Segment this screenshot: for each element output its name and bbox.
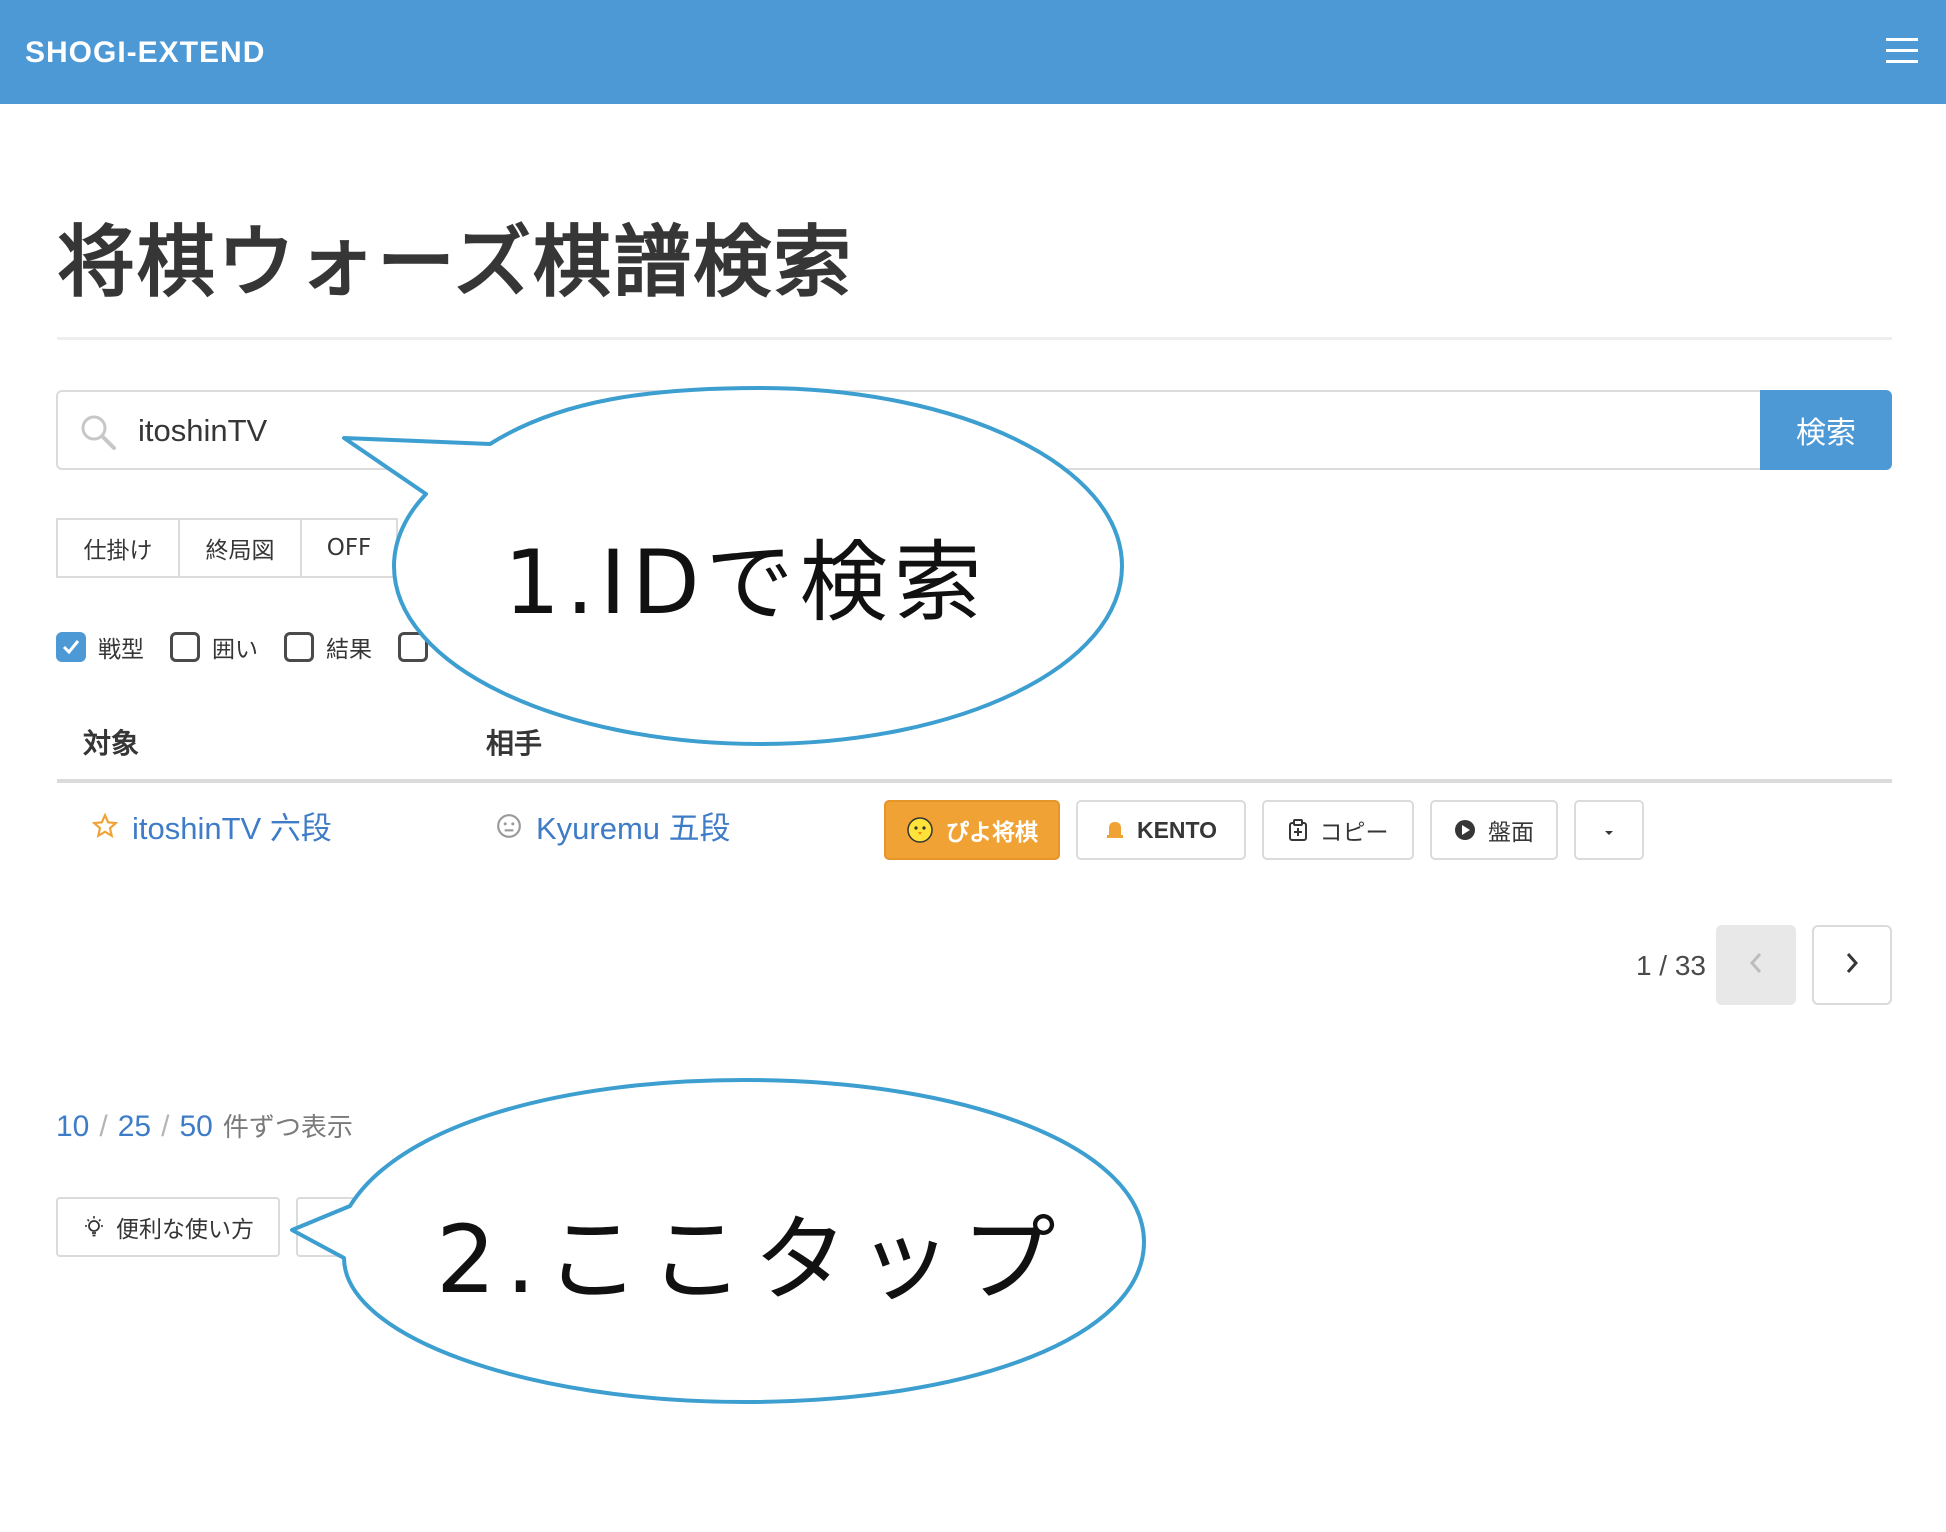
column-header-target[interactable]: 対象 [83,722,139,762]
checkbox[interactable] [170,632,200,662]
per-page-selector: 10 / 25 / 50 件ずつ表示 [56,1107,353,1144]
chevron-left-icon [1746,950,1766,980]
copy-button[interactable]: コピー [1262,800,1414,860]
target-player-link[interactable]: itoshinTV 六段 [92,803,332,848]
callout-bubble-2 [290,1078,1146,1404]
pagination-info: 1 / 33 [1635,950,1706,981]
previous-page-button[interactable] [1716,925,1796,1005]
search-input[interactable] [138,404,738,458]
next-page-button[interactable] [1812,925,1892,1005]
column-toggle-label: 囲い [212,637,258,663]
copy-label: コピー [1319,820,1389,846]
star-icon [92,812,118,839]
clipboard-icon [1288,819,1308,841]
checkbox[interactable] [284,632,314,662]
checkbox[interactable] [398,632,428,662]
chevron-right-icon [1842,950,1862,980]
display-mode-group: 仕掛け 終局図 OFF [56,518,398,578]
board-button[interactable]: 盤面 [1430,800,1558,860]
callout-text-2: 2.ここタップ [436,1206,1066,1315]
search-button[interactable]: 検索 [1760,390,1892,470]
brand-logo[interactable]: SHOGI-EXTEND [25,36,265,70]
tips-label: 便利な使い方 [116,1217,254,1243]
per-page-25[interactable]: 25 [118,1110,151,1144]
search-field[interactable] [56,390,1762,470]
page-title: 将棋ウォーズ棋譜検索 [57,217,854,308]
piyo-shogi-button[interactable]: ぴよ将棋 [884,800,1060,860]
chick-icon [906,816,934,844]
column-toggle-kakoi[interactable]: 囲い [170,630,258,664]
tips-button[interactable]: 便利な使い方 [56,1197,280,1257]
separator: / [99,1110,108,1143]
kento-label: KENTO [1136,816,1218,843]
column-header-opponent[interactable]: 相手 [486,722,542,762]
column-toggle-group: 戦型 囲い 結果 [56,630,466,664]
column-toggle-label: 戦型 [98,637,144,663]
more-dropdown-button[interactable] [1574,800,1644,860]
mode-off-button[interactable]: OFF [300,518,398,578]
kento-button[interactable]: KENTO [1076,800,1246,860]
play-circle-icon [1454,819,1476,841]
lightbulb-icon [82,1215,106,1239]
table-header-divider [57,779,1892,783]
column-toggle-label: 結果 [326,637,372,663]
mode-shikake-button[interactable]: 仕掛け [56,518,180,578]
target-player-name[interactable]: itoshinTV 六段 [132,803,332,848]
neutral-face-icon [496,813,522,839]
opponent-player-name[interactable]: Kyuremu 五段 [536,803,731,848]
per-page-10[interactable]: 10 [56,1110,89,1144]
partially-hidden-button[interactable] [296,1197,376,1257]
callout-text-1: 1.IDで検索 [504,531,988,634]
bell-icon [1105,819,1125,841]
column-toggle-senkei[interactable]: 戦型 [56,630,144,664]
column-toggle-result[interactable]: 結果 [284,630,372,664]
board-label: 盤面 [1488,820,1534,846]
checkbox-checked[interactable] [56,632,86,662]
navbar: SHOGI-EXTEND [0,0,1946,104]
caret-down-icon [1603,817,1615,843]
mode-final-position-button[interactable]: 終局図 [178,518,302,578]
piyo-shogi-label: ぴよ将棋 [946,820,1038,846]
opponent-player-link[interactable]: Kyuremu 五段 [496,803,731,848]
hamburger-icon[interactable] [1886,36,1918,64]
separator: / [161,1110,170,1143]
title-divider [57,337,1892,340]
search-icon [78,412,118,452]
per-page-suffix: 件ずつ表示 [222,1112,353,1142]
column-toggle-more[interactable] [398,632,440,662]
per-page-50[interactable]: 50 [179,1110,212,1144]
